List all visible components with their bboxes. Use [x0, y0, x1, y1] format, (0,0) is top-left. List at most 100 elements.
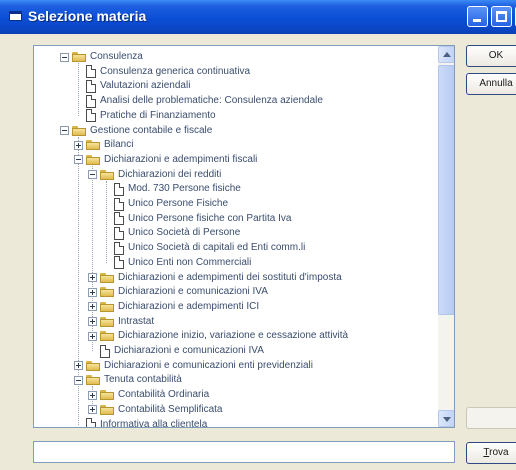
document-icon	[114, 212, 124, 226]
document-icon	[114, 197, 124, 211]
expand-icon[interactable]	[88, 331, 97, 341]
document-icon	[86, 79, 96, 93]
tree-item[interactable]: Dichiarazioni e comunicazioni enti previ…	[74, 360, 313, 372]
tree-item[interactable]: Consulenza generica continuativa	[74, 65, 251, 79]
tree-item[interactable]: Dichiarazioni e adempimenti fiscali	[74, 154, 257, 166]
tree-item[interactable]: Dichiarazioni e adempimenti ICI	[88, 301, 259, 313]
folder-icon	[100, 287, 114, 298]
tree-item[interactable]: Dichiarazioni e comunicazioni IVA	[88, 286, 268, 298]
expand-icon[interactable]	[74, 361, 83, 371]
tree-item[interactable]: Dichiarazione inizio, variazione e cessa…	[88, 330, 348, 342]
title-bar[interactable]: Selezione materia	[0, 0, 516, 34]
tree-item[interactable]: Unico Società di capitali ed Enti comm.l…	[102, 241, 306, 255]
ok-button[interactable]: OK	[466, 45, 516, 67]
tree-item[interactable]: Valutazioni aziendali	[74, 79, 191, 93]
expand-icon[interactable]	[88, 273, 97, 282]
tree-item[interactable]: Mod. 730 Persone fisiche	[102, 182, 241, 196]
tree-item[interactable]: Dichiarazioni dei redditi	[88, 169, 221, 181]
tree-item[interactable]: Pratiche di Finanziamento	[74, 109, 216, 123]
tree-item-label: Unico Persone Fisiche	[128, 198, 229, 209]
tree-item[interactable]: Unico Persone fisiche con Partita Iva	[102, 212, 291, 226]
tree-item[interactable]: Unico Enti non Commerciali	[102, 256, 252, 270]
folder-icon	[100, 301, 114, 312]
tree-item[interactable]: Contabilità Semplificata	[88, 404, 223, 416]
tree-item[interactable]: Consulenza	[60, 51, 143, 63]
tree-item-label: Unico Società di capitali ed Enti comm.l…	[128, 242, 306, 254]
tree-item[interactable]: Contabilità Ordinaria	[88, 389, 209, 401]
collapse-icon[interactable]	[60, 126, 69, 135]
folder-icon	[86, 154, 100, 165]
minimize-button[interactable]	[467, 6, 488, 27]
expand-icon[interactable]	[88, 287, 97, 297]
expand-icon[interactable]	[88, 390, 97, 400]
tree-item-label: Dichiarazione inizio, variazione e cessa…	[118, 330, 349, 342]
selezione-materia-dialog: Selezione materia Consulenza Consulenza g…	[0, 0, 516, 470]
tree-item-label: Dichiarazioni e adempimenti ICI	[118, 300, 260, 312]
expand-icon[interactable]	[88, 302, 97, 312]
subject-tree-view[interactable]: Consulenza Consulenza generica continuati…	[33, 45, 455, 428]
tree-item-label: Unico Società di Persone	[128, 227, 241, 239]
folder-icon	[86, 375, 100, 386]
tree-item-label: Valutazioni aziendali	[100, 80, 191, 92]
tree-item-label: Consulenza	[90, 51, 143, 62]
document-icon	[86, 418, 96, 427]
tree-content: Consulenza Consulenza generica continuati…	[34, 46, 438, 427]
window-title: Selezione materia	[28, 8, 147, 24]
tree-item[interactable]: Dichiarazioni e comunicazioni IVA	[88, 344, 264, 358]
tree-item-label: Mod. 730 Persone fisiche	[128, 183, 241, 195]
document-icon	[114, 226, 124, 240]
collapse-icon[interactable]	[74, 155, 83, 165]
tree-item-label: Dichiarazioni e comunicazioni enti previ…	[104, 359, 313, 371]
tree-item-label: Dichiarazioni e adempimenti dei sostitut…	[118, 271, 342, 283]
expand-icon[interactable]	[74, 140, 83, 150]
collapse-icon[interactable]	[88, 170, 97, 180]
tree-item-label: Intrastat	[118, 315, 155, 327]
tree-item-label: Dichiarazioni e adempimenti fiscali	[104, 153, 258, 165]
expand-icon[interactable]	[88, 317, 97, 327]
document-icon	[100, 344, 110, 358]
tree-item-label: Tenuta contabilità	[104, 374, 182, 386]
scroll-up-button[interactable]	[438, 46, 454, 63]
folder-icon	[86, 140, 100, 151]
folder-icon	[100, 404, 114, 415]
tree-item-label: Dichiarazioni dei redditi	[118, 168, 222, 180]
maximize-button[interactable]	[491, 6, 512, 27]
tree-item[interactable]: Bilanci	[74, 139, 133, 151]
tree-item[interactable]: Unico Società di Persone	[102, 226, 241, 240]
tree-item-label: Informativa alla clientela	[100, 418, 208, 428]
trova-button[interactable]: Trova	[466, 442, 516, 464]
tree-item-label: Analisi delle problematiche: Consulenza …	[100, 95, 323, 107]
scroll-thumb[interactable]	[438, 65, 454, 315]
disabled-button	[466, 407, 516, 429]
document-icon	[114, 256, 124, 270]
trova-label: rova	[489, 447, 509, 458]
document-icon	[114, 182, 124, 196]
window-icon	[9, 11, 22, 21]
tree-item[interactable]: Dichiarazioni e adempimenti dei sostitut…	[88, 272, 342, 284]
annulla-button[interactable]: Annulla	[466, 73, 516, 95]
tree-item[interactable]: Informativa alla clientela	[74, 418, 208, 428]
tree-item[interactable]: Gestione contabile e fiscale	[60, 125, 212, 137]
tree-item[interactable]: Tenuta contabilità	[74, 374, 182, 386]
tree-item-label: Consulenza generica continuativa	[100, 65, 251, 77]
search-input[interactable]	[33, 441, 455, 463]
tree-item[interactable]: Analisi delle problematiche: Consulenza …	[74, 94, 323, 108]
tree-item-label: Bilanci	[104, 139, 134, 151]
vertical-scrollbar[interactable]	[438, 46, 454, 427]
scroll-down-button[interactable]	[438, 410, 454, 427]
tree-item-label: Contabilità Semplificata	[118, 403, 223, 415]
folder-icon	[100, 331, 114, 342]
tree-item-label: Dichiarazioni e comunicazioni IVA	[114, 345, 264, 356]
tree-item[interactable]: Unico Persone Fisiche	[102, 197, 229, 211]
folder-icon	[86, 360, 100, 371]
tree-item-label: Gestione contabile e fiscale	[90, 124, 213, 136]
tree-item[interactable]: Intrastat	[88, 316, 154, 328]
expand-icon[interactable]	[88, 405, 97, 415]
tree-item-label: Dichiarazioni e comunicazioni IVA	[118, 286, 268, 298]
arrow-up-icon	[443, 52, 451, 57]
collapse-icon[interactable]	[60, 52, 69, 62]
tree-item-label: Unico Enti non Commerciali	[128, 256, 252, 268]
document-icon	[86, 94, 96, 108]
tree-item-label: Pratiche di Finanziamento	[100, 109, 216, 121]
collapse-icon[interactable]	[74, 375, 83, 385]
